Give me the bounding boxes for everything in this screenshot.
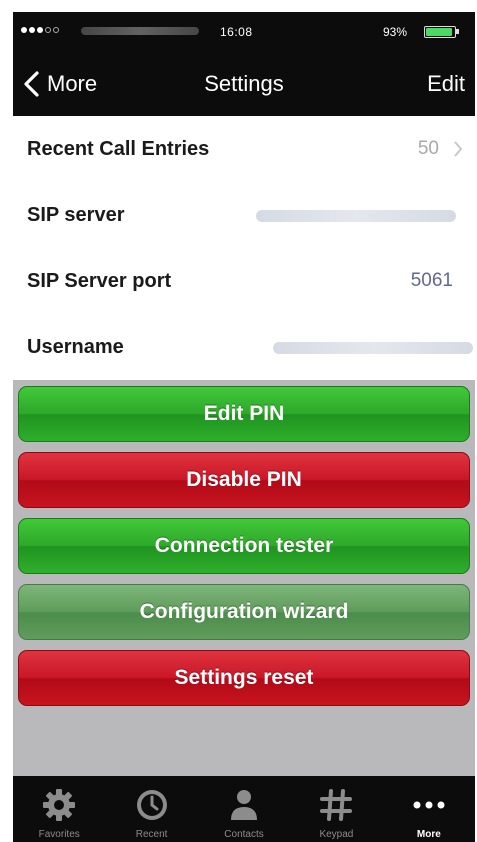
- person-icon: [231, 790, 258, 820]
- battery-tip: [456, 29, 459, 34]
- back-button-label: More: [47, 71, 98, 96]
- settings-reset-button[interactable]: Settings reset: [18, 650, 470, 706]
- clock-icon: [136, 790, 167, 820]
- tab-more[interactable]: More: [383, 776, 475, 842]
- settings-list: Recent Call Entries 50 SIP server SIP Se…: [13, 116, 475, 380]
- screenshot-frame: 16:08 93% More Settings Edit Recent Call…: [0, 0, 477, 842]
- tab-contacts[interactable]: Contacts: [198, 776, 290, 842]
- sip-server-port-label: SIP Server port: [27, 270, 172, 292]
- configuration-wizard-button[interactable]: Configuration wizard: [18, 584, 470, 640]
- tab-keypad[interactable]: Keypad: [290, 776, 382, 842]
- tab-label: Recent: [135, 829, 168, 840]
- sip-server-label: SIP server: [27, 204, 125, 226]
- username-label: Username: [27, 336, 124, 358]
- tab-recent[interactable]: Recent: [105, 776, 197, 842]
- connection-tester-button[interactable]: Connection tester: [18, 518, 470, 574]
- phone-screen: 16:08 93% More Settings Edit Recent Call…: [13, 12, 475, 842]
- chevron-left-icon: [24, 71, 39, 97]
- recent-call-entries-row[interactable]: Recent Call Entries 50: [13, 116, 475, 182]
- tab-label: Keypad: [319, 829, 354, 840]
- more-dots-icon: [413, 801, 445, 809]
- sip-server-port-value: 5061: [410, 270, 453, 291]
- disable-pin-button[interactable]: Disable PIN: [18, 452, 470, 508]
- edit-pin-button[interactable]: Edit PIN: [18, 386, 470, 442]
- navigation-bar: More Settings Edit: [13, 54, 475, 116]
- chevron-right-icon: [454, 141, 463, 157]
- sip-server-row[interactable]: SIP server: [13, 182, 475, 248]
- recent-call-entries-label: Recent Call Entries: [27, 138, 210, 160]
- hash-icon: [320, 789, 353, 821]
- username-row[interactable]: Username: [13, 314, 475, 380]
- status-bar: 16:08 93%: [13, 12, 475, 54]
- recent-call-entries-value: 50: [417, 138, 439, 159]
- tab-favorites[interactable]: Favorites: [13, 776, 105, 842]
- username-value-redacted: [273, 342, 473, 354]
- battery-icon: [424, 26, 456, 38]
- sip-server-port-row[interactable]: SIP Server port 5061: [13, 248, 475, 314]
- carrier-name-redacted: [81, 27, 199, 35]
- edit-button[interactable]: Edit: [427, 66, 465, 102]
- tab-label: Favorites: [38, 829, 80, 840]
- battery-percent: 93%: [383, 25, 408, 39]
- tab-bar: Favorites Recent Contacts Keypad More: [13, 776, 475, 842]
- signal-strength-icon: [21, 27, 59, 33]
- sip-server-value-redacted: [256, 210, 456, 222]
- tab-label: Contacts: [224, 829, 264, 840]
- status-time: 16:08: [220, 25, 253, 39]
- gear-icon: [43, 789, 76, 821]
- tab-label: More: [416, 829, 441, 840]
- back-button[interactable]: More: [21, 66, 97, 102]
